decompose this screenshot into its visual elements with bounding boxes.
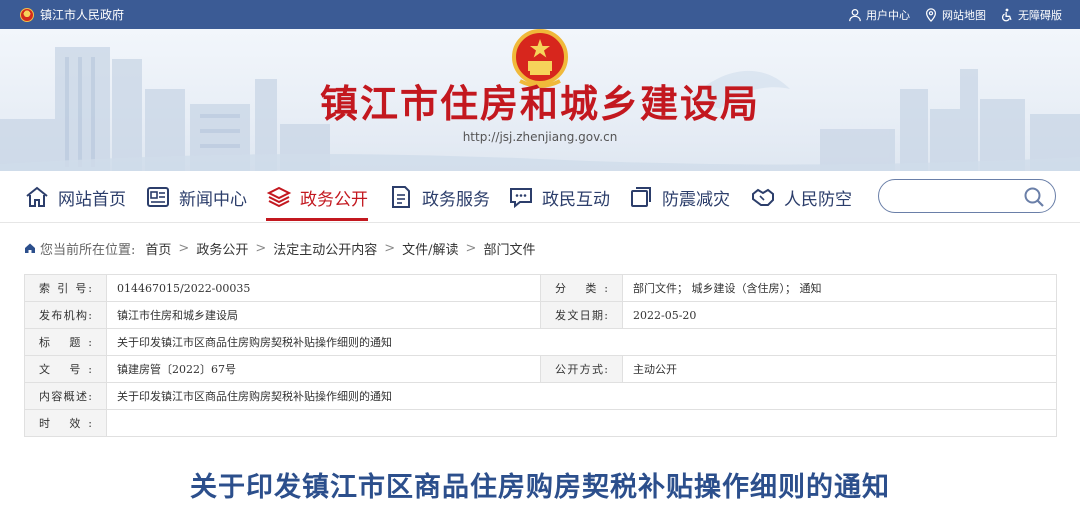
table-row: 文 号: 镇建房管〔2022〕67号 公开方式: 主动公开 — [24, 355, 1057, 383]
nav-item-services[interactable]: 政务服务 — [388, 171, 490, 223]
search-icon[interactable] — [1023, 186, 1045, 208]
validity-label: 时 效: — [24, 409, 107, 437]
chat-icon — [510, 188, 532, 209]
table-row: 内容概述: 关于印发镇江市区商品住房购房契税补贴操作细则的通知 — [24, 382, 1057, 410]
disclosure-label: 公开方式: — [540, 355, 623, 383]
summary-label: 内容概述: — [24, 382, 107, 410]
nav-item-interaction[interactable]: 政民互动 — [508, 171, 610, 223]
accessibility-icon — [1002, 8, 1012, 21]
site-map-link[interactable]: 网站地图 — [924, 7, 986, 23]
handshake-icon — [752, 188, 774, 206]
document-title: 关于印发镇江市区商品住房购房契税补贴操作细则的通知 — [190, 472, 890, 503]
table-row: 标 题: 关于印发镇江市区商品住房购房契税补贴操作细则的通知 — [24, 328, 1057, 356]
user-icon — [849, 8, 861, 21]
summary-value: 关于印发镇江市区商品住房购房契税补贴操作细则的通知 — [106, 382, 1057, 410]
home-icon — [25, 243, 35, 253]
nav-item-earthquake[interactable]: 防震减灾 — [628, 171, 730, 223]
category-label: 分 类: — [540, 274, 623, 302]
validity-value — [106, 409, 1057, 437]
breadcrumb-item[interactable]: 文件/解读 — [402, 239, 458, 258]
header-banner: 镇江市住房和城乡建设局 http://jsj.zhenjiang.gov.cn — [0, 29, 1080, 171]
national-emblem-icon — [20, 7, 34, 22]
title-value: 关于印发镇江市区商品住房购房契税补贴操作细则的通知 — [106, 328, 1057, 356]
breadcrumb: 您当前所在位置: 首页 > 政务公开 > 法定主动公开内容 > 文件/解读 > … — [24, 238, 535, 258]
table-row: 时 效: — [24, 409, 1057, 437]
accessibility-link[interactable]: 无障碍版 — [1000, 7, 1062, 23]
title-label: 标 题: — [24, 328, 107, 356]
newspaper-icon — [147, 187, 169, 207]
index-value: 014467015/2022-00035 — [106, 274, 541, 302]
site-link[interactable]: 镇江市人民政府 — [20, 0, 124, 29]
nav-item-government-affairs[interactable]: 政务公开 — [266, 171, 368, 223]
department-title: 镇江市住房和城乡建设局 — [319, 81, 760, 126]
site-url: http://jsj.zhenjiang.gov.cn — [462, 130, 618, 144]
date-label: 发文日期: — [540, 301, 623, 329]
user-center-link[interactable]: 用户中心 — [848, 7, 910, 23]
square-stack-icon — [631, 187, 651, 207]
nav-item-home[interactable]: 网站首页 — [24, 171, 126, 223]
breadcrumb-item[interactable]: 政务公开 — [196, 239, 248, 258]
date-value: 2022-05-20 — [622, 301, 1057, 329]
publisher-label: 发布机构: — [24, 301, 107, 329]
main-nav: 网站首页 新闻中心 政务公开 政务服务 政民互动 防震减灾 人民防空 — [0, 171, 1080, 223]
category-value: 部门文件； 城乡建设（含住房）； 通知 — [622, 274, 1057, 302]
site-name: 镇江市人民政府 — [40, 8, 125, 22]
disclosure-value: 主动公开 — [622, 355, 1057, 383]
layers-icon — [266, 186, 292, 208]
document-icon — [392, 186, 410, 208]
top-bar: 镇江市人民政府 用户中心 网站地图 无障碍版 — [0, 0, 1080, 29]
breadcrumb-item[interactable]: 首页 — [145, 239, 171, 258]
docno-label: 文 号: — [24, 355, 107, 383]
docno-value: 镇建房管〔2022〕67号 — [106, 355, 541, 383]
publisher-value: 镇江市住房和城乡建设局 — [106, 301, 541, 329]
breadcrumb-item[interactable]: 部门文件 — [483, 239, 535, 258]
top-links: 用户中心 网站地图 无障碍版 — [848, 0, 1062, 29]
table-row: 索 引 号: 014467015/2022-00035 分 类: 部门文件； 城… — [24, 274, 1057, 302]
breadcrumb-item[interactable]: 法定主动公开内容 — [273, 239, 377, 258]
home-icon — [26, 186, 48, 207]
index-label: 索 引 号: — [24, 274, 107, 302]
nav-item-news[interactable]: 新闻中心 — [145, 171, 247, 223]
document-info-table: 索 引 号: 014467015/2022-00035 分 类: 部门文件； 城… — [24, 274, 1057, 437]
search-input[interactable] — [891, 186, 1021, 208]
map-pin-icon — [926, 7, 936, 22]
breadcrumb-lead: 您当前所在位置: — [40, 242, 136, 258]
nav-item-civil-defense[interactable]: 人民防空 — [750, 171, 852, 223]
search-box — [878, 179, 1056, 213]
table-row: 发布机构: 镇江市住房和城乡建设局 发文日期: 2022-05-20 — [24, 301, 1057, 329]
